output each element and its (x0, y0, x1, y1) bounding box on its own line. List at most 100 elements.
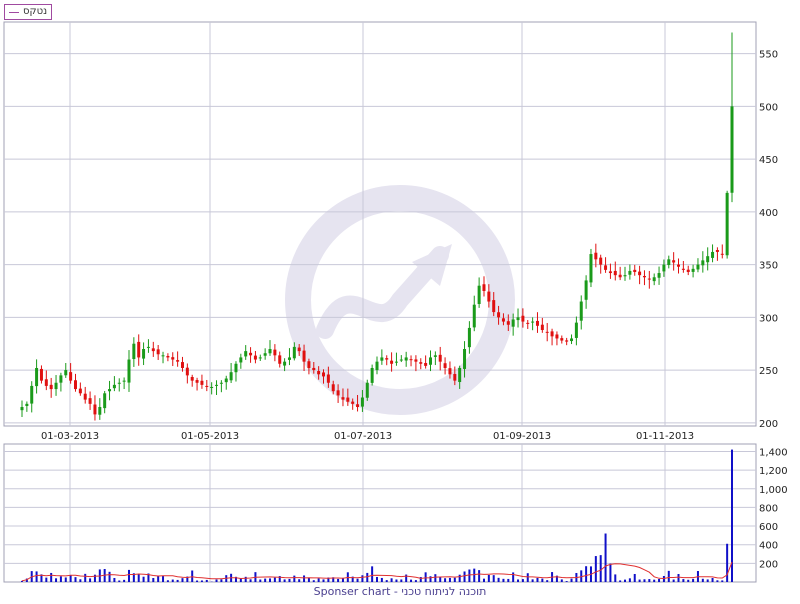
candle-body (346, 398, 349, 402)
legend[interactable]: נטקס (4, 4, 52, 20)
candle-body (244, 351, 247, 356)
candle-body (341, 397, 344, 399)
volume-bar (138, 574, 140, 582)
price-tick-label: 200 (759, 419, 778, 430)
candle-body (303, 351, 306, 362)
candle-body (385, 358, 388, 359)
volume-bar (707, 579, 709, 582)
volume-bar (643, 579, 645, 582)
volume-bar (600, 555, 602, 582)
candle-body (196, 380, 199, 383)
volume-bar (391, 578, 393, 582)
price-tick-label: 350 (759, 261, 778, 272)
candle-body (103, 393, 106, 408)
volume-bar (546, 580, 548, 582)
volume-bar (614, 574, 616, 582)
candle-body (638, 272, 641, 276)
candle-body (395, 362, 398, 363)
volume-bar (468, 570, 470, 582)
candle-body (113, 385, 116, 388)
candle-body (200, 381, 203, 385)
candle-body (64, 370, 67, 375)
volume-bar (250, 579, 252, 582)
volume-bar (493, 575, 495, 582)
volume-bar (712, 578, 714, 582)
candle-body (79, 389, 82, 394)
volume-bar (507, 579, 509, 582)
candle-body (414, 359, 417, 361)
volume-bar (318, 578, 320, 582)
price-tick-label: 300 (759, 313, 778, 324)
volume-tick-label: 1,400 (759, 447, 788, 458)
candle-body (298, 348, 301, 352)
candle-body (380, 357, 383, 360)
volume-bar (89, 578, 91, 582)
candle-body (589, 254, 592, 282)
candle-body (283, 362, 286, 366)
volume-bar (439, 577, 441, 582)
volume-bar (323, 579, 325, 582)
volume-bar (653, 580, 655, 582)
candle-body (356, 404, 359, 407)
volume-bar (361, 575, 363, 582)
candle-body (361, 398, 364, 407)
volume-bar (395, 579, 397, 582)
volume-bar (143, 577, 145, 582)
volume-bar (152, 578, 154, 582)
candle-body (662, 265, 665, 272)
volume-bar (464, 571, 466, 582)
volume-bar (337, 579, 339, 582)
candle-body (278, 355, 281, 363)
candle-body (273, 350, 276, 356)
candle-body (682, 269, 685, 270)
volume-bar (522, 579, 524, 582)
volume-tick-label: 400 (759, 541, 778, 552)
volume-bar (264, 579, 266, 582)
candle-body (186, 368, 189, 376)
volume-bar (123, 580, 125, 582)
volume-bar (177, 580, 179, 582)
stock-chart: 200250300350400450500550 2004006008001,0… (0, 0, 800, 600)
candle-body (210, 387, 213, 388)
volume-bar (50, 573, 52, 582)
volume-bar (541, 579, 543, 582)
candle-body (531, 322, 534, 323)
candle-body (492, 300, 495, 312)
volume-bar (585, 566, 587, 582)
candle-body (142, 349, 145, 359)
candle-body (555, 334, 558, 338)
volume-bar (536, 578, 538, 582)
candle-body (74, 380, 77, 389)
candle-body (667, 259, 670, 265)
volume-bar (459, 575, 461, 582)
candle-body (152, 348, 155, 351)
volume-bar (284, 579, 286, 582)
volume-tick-label: 1,000 (759, 485, 788, 496)
date-axis: 01-03-201301-05-201301-07-201301-09-2013… (41, 431, 694, 442)
volume-bar (128, 570, 130, 582)
volume-bar (473, 569, 475, 582)
volume-bar (84, 574, 86, 582)
candle-body (147, 347, 150, 348)
candle-body (672, 260, 675, 262)
volume-bar (162, 576, 164, 582)
candle-body (609, 271, 612, 273)
candle-body (677, 265, 680, 267)
candle-body (429, 357, 432, 364)
volume-bar (687, 580, 689, 582)
footer-credit: Sponser chart - תוכנה לניתוח טכני (0, 584, 800, 600)
volume-bar (60, 576, 62, 582)
volume-bar (74, 577, 76, 582)
date-tick-label: 01-09-2013 (493, 431, 551, 442)
candle-body (541, 325, 544, 330)
candle-body (327, 375, 330, 383)
date-tick-label: 01-05-2013 (181, 431, 239, 442)
volume-bar (201, 580, 203, 582)
volume-bar (366, 573, 368, 582)
volume-bar (605, 534, 607, 582)
volume-tick-label: 200 (759, 559, 778, 570)
volume-tick-label: 1,200 (759, 466, 788, 477)
candle-body (191, 377, 194, 381)
volume-bar (55, 578, 57, 582)
volume-axis: 2004006008001,0001,2001,400 (759, 447, 788, 570)
